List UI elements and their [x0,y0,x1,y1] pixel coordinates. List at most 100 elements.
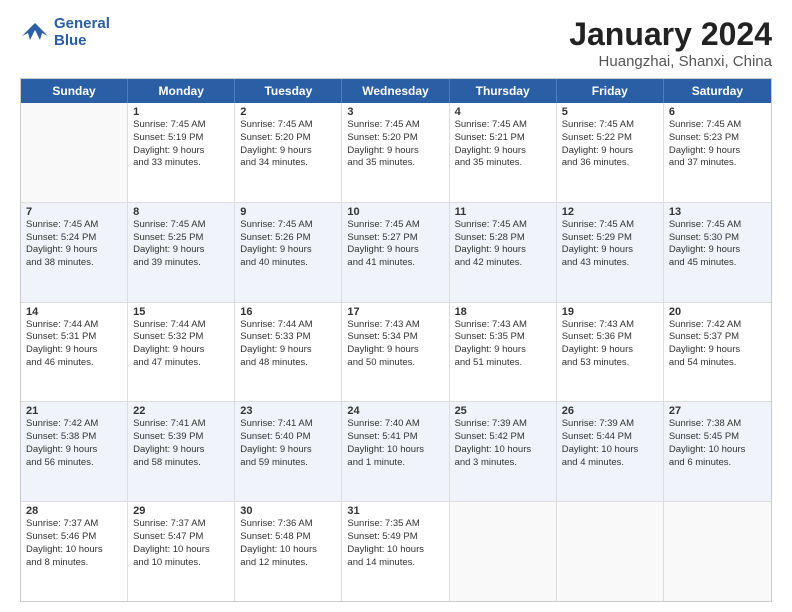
day-number: 21 [26,405,122,417]
day-info: Sunrise: 7:45 AM Sunset: 5:28 PM Dayligh… [455,219,551,270]
day-number: 31 [347,505,443,517]
weekday-header: Wednesday [342,79,449,103]
calendar-cell: 5Sunrise: 7:45 AM Sunset: 5:22 PM Daylig… [557,103,664,202]
day-number: 2 [240,106,336,118]
calendar-cell: 6Sunrise: 7:45 AM Sunset: 5:23 PM Daylig… [664,103,771,202]
day-info: Sunrise: 7:38 AM Sunset: 5:45 PM Dayligh… [669,418,766,469]
calendar-cell: 4Sunrise: 7:45 AM Sunset: 5:21 PM Daylig… [450,103,557,202]
calendar-cell: 8Sunrise: 7:45 AM Sunset: 5:25 PM Daylig… [128,203,235,302]
day-number: 28 [26,505,122,517]
calendar-header: SundayMondayTuesdayWednesdayThursdayFrid… [21,79,771,103]
day-number: 1 [133,106,229,118]
day-info: Sunrise: 7:43 AM Sunset: 5:36 PM Dayligh… [562,319,658,370]
calendar-row: 7Sunrise: 7:45 AM Sunset: 5:24 PM Daylig… [21,203,771,303]
day-info: Sunrise: 7:44 AM Sunset: 5:33 PM Dayligh… [240,319,336,370]
day-number: 23 [240,405,336,417]
calendar-cell: 24Sunrise: 7:40 AM Sunset: 5:41 PM Dayli… [342,402,449,501]
day-number: 19 [562,306,658,318]
calendar-cell: 2Sunrise: 7:45 AM Sunset: 5:20 PM Daylig… [235,103,342,202]
logo-text: General Blue [54,16,110,49]
calendar-cell: 18Sunrise: 7:43 AM Sunset: 5:35 PM Dayli… [450,303,557,402]
weekday-header: Saturday [664,79,771,103]
day-info: Sunrise: 7:45 AM Sunset: 5:20 PM Dayligh… [240,119,336,170]
day-info: Sunrise: 7:45 AM Sunset: 5:21 PM Dayligh… [455,119,551,170]
weekday-header: Sunday [21,79,128,103]
day-info: Sunrise: 7:44 AM Sunset: 5:31 PM Dayligh… [26,319,122,370]
day-info: Sunrise: 7:37 AM Sunset: 5:46 PM Dayligh… [26,518,122,569]
logo-icon [20,18,50,48]
calendar-cell: 12Sunrise: 7:45 AM Sunset: 5:29 PM Dayli… [557,203,664,302]
day-number: 13 [669,206,766,218]
day-number: 6 [669,106,766,118]
day-info: Sunrise: 7:45 AM Sunset: 5:24 PM Dayligh… [26,219,122,270]
page-subtitle: Huangzhai, Shanxi, China [569,53,772,70]
day-number: 4 [455,106,551,118]
day-info: Sunrise: 7:45 AM Sunset: 5:19 PM Dayligh… [133,119,229,170]
day-number: 30 [240,505,336,517]
day-info: Sunrise: 7:43 AM Sunset: 5:34 PM Dayligh… [347,319,443,370]
day-number: 22 [133,405,229,417]
day-number: 16 [240,306,336,318]
weekday-header: Monday [128,79,235,103]
calendar-row: 21Sunrise: 7:42 AM Sunset: 5:38 PM Dayli… [21,402,771,502]
day-number: 15 [133,306,229,318]
calendar-cell: 21Sunrise: 7:42 AM Sunset: 5:38 PM Dayli… [21,402,128,501]
day-info: Sunrise: 7:36 AM Sunset: 5:48 PM Dayligh… [240,518,336,569]
calendar-cell: 23Sunrise: 7:41 AM Sunset: 5:40 PM Dayli… [235,402,342,501]
weekday-header: Tuesday [235,79,342,103]
day-number: 27 [669,405,766,417]
calendar-cell: 13Sunrise: 7:45 AM Sunset: 5:30 PM Dayli… [664,203,771,302]
day-info: Sunrise: 7:41 AM Sunset: 5:39 PM Dayligh… [133,418,229,469]
day-number: 5 [562,106,658,118]
calendar-cell: 26Sunrise: 7:39 AM Sunset: 5:44 PM Dayli… [557,402,664,501]
calendar: SundayMondayTuesdayWednesdayThursdayFrid… [20,78,772,602]
day-info: Sunrise: 7:42 AM Sunset: 5:37 PM Dayligh… [669,319,766,370]
day-info: Sunrise: 7:43 AM Sunset: 5:35 PM Dayligh… [455,319,551,370]
calendar-cell: 15Sunrise: 7:44 AM Sunset: 5:32 PM Dayli… [128,303,235,402]
day-info: Sunrise: 7:45 AM Sunset: 5:20 PM Dayligh… [347,119,443,170]
calendar-cell: 20Sunrise: 7:42 AM Sunset: 5:37 PM Dayli… [664,303,771,402]
day-number: 29 [133,505,229,517]
calendar-cell: 9Sunrise: 7:45 AM Sunset: 5:26 PM Daylig… [235,203,342,302]
day-number: 3 [347,106,443,118]
header: General Blue January 2024 Huangzhai, Sha… [20,16,772,70]
day-info: Sunrise: 7:37 AM Sunset: 5:47 PM Dayligh… [133,518,229,569]
day-number: 12 [562,206,658,218]
calendar-cell: 28Sunrise: 7:37 AM Sunset: 5:46 PM Dayli… [21,502,128,601]
day-number: 26 [562,405,658,417]
calendar-row: 28Sunrise: 7:37 AM Sunset: 5:46 PM Dayli… [21,502,771,601]
page-title: January 2024 [569,16,772,53]
day-number: 8 [133,206,229,218]
calendar-cell: 27Sunrise: 7:38 AM Sunset: 5:45 PM Dayli… [664,402,771,501]
day-number: 25 [455,405,551,417]
day-info: Sunrise: 7:44 AM Sunset: 5:32 PM Dayligh… [133,319,229,370]
logo: General Blue [20,16,110,49]
calendar-cell: 30Sunrise: 7:36 AM Sunset: 5:48 PM Dayli… [235,502,342,601]
day-info: Sunrise: 7:45 AM Sunset: 5:25 PM Dayligh… [133,219,229,270]
calendar-cell [557,502,664,601]
calendar-cell: 3Sunrise: 7:45 AM Sunset: 5:20 PM Daylig… [342,103,449,202]
weekday-header: Thursday [450,79,557,103]
calendar-cell: 25Sunrise: 7:39 AM Sunset: 5:42 PM Dayli… [450,402,557,501]
day-info: Sunrise: 7:45 AM Sunset: 5:27 PM Dayligh… [347,219,443,270]
calendar-cell: 31Sunrise: 7:35 AM Sunset: 5:49 PM Dayli… [342,502,449,601]
day-info: Sunrise: 7:45 AM Sunset: 5:22 PM Dayligh… [562,119,658,170]
day-info: Sunrise: 7:41 AM Sunset: 5:40 PM Dayligh… [240,418,336,469]
page: General Blue January 2024 Huangzhai, Sha… [0,0,792,612]
calendar-cell: 7Sunrise: 7:45 AM Sunset: 5:24 PM Daylig… [21,203,128,302]
day-info: Sunrise: 7:45 AM Sunset: 5:23 PM Dayligh… [669,119,766,170]
calendar-body: 1Sunrise: 7:45 AM Sunset: 5:19 PM Daylig… [21,103,771,601]
day-number: 14 [26,306,122,318]
day-number: 10 [347,206,443,218]
weekday-header: Friday [557,79,664,103]
title-block: January 2024 Huangzhai, Shanxi, China [569,16,772,70]
day-info: Sunrise: 7:39 AM Sunset: 5:42 PM Dayligh… [455,418,551,469]
calendar-row: 1Sunrise: 7:45 AM Sunset: 5:19 PM Daylig… [21,103,771,203]
calendar-cell: 16Sunrise: 7:44 AM Sunset: 5:33 PM Dayli… [235,303,342,402]
day-number: 11 [455,206,551,218]
day-info: Sunrise: 7:45 AM Sunset: 5:30 PM Dayligh… [669,219,766,270]
calendar-cell: 17Sunrise: 7:43 AM Sunset: 5:34 PM Dayli… [342,303,449,402]
day-number: 7 [26,206,122,218]
calendar-cell [21,103,128,202]
day-number: 9 [240,206,336,218]
